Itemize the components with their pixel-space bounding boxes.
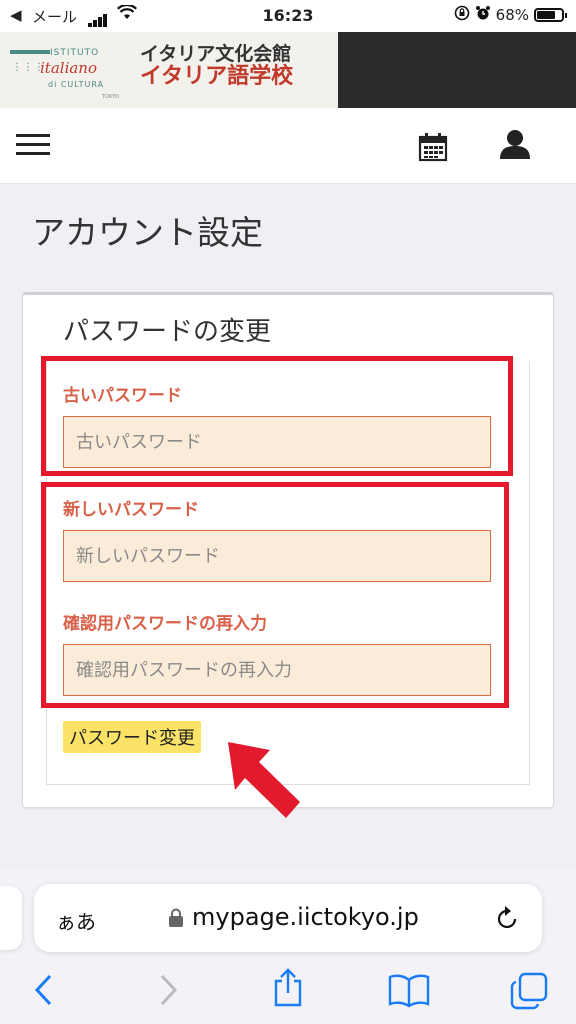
reload-icon[interactable] <box>494 904 520 936</box>
banner-subtitle: イタリア語学校 <box>140 63 294 89</box>
old-password-input[interactable] <box>63 416 491 468</box>
school-title: イタリア文化会館 イタリア語学校 <box>140 44 293 89</box>
battery-fill <box>537 11 555 19</box>
top-nav <box>0 108 576 184</box>
previous-tab-edge[interactable] <box>0 886 22 950</box>
old-password-label: 古いパスワード <box>63 386 182 406</box>
logo-bar <box>10 50 50 54</box>
status-bar: ◀ メール 16:23 68% <box>0 0 576 32</box>
change-password-button[interactable]: パスワード変更 <box>63 721 201 753</box>
site-banner: ⋮⋮⋮ ISTITUTO italiano di CULTURA TOKYO イ… <box>0 32 576 108</box>
banner-title: イタリア文化会館 <box>140 43 292 65</box>
institute-logo: ⋮⋮⋮ ISTITUTO italiano di CULTURA TOKYO <box>10 42 122 102</box>
battery-percent: 68% <box>495 6 529 24</box>
logo-line1: ISTITUTO <box>50 48 100 58</box>
confirm-password-label: 確認用パスワードの再入力 <box>63 614 267 634</box>
page-settings-button[interactable]: ぁあ <box>56 906 96 935</box>
confirm-password-input[interactable] <box>63 644 491 696</box>
menu-icon[interactable] <box>16 134 50 158</box>
tabs-icon[interactable] <box>510 972 548 1014</box>
alarm-icon <box>475 5 491 25</box>
back-icon[interactable] <box>32 972 56 1012</box>
new-password-input[interactable] <box>63 530 491 582</box>
lock-icon <box>168 908 184 932</box>
logo-line2: italiano <box>40 59 97 77</box>
battery-icon <box>534 8 567 22</box>
annotation-arrow-icon <box>228 742 300 818</box>
url-text[interactable]: mypage.iictokyo.jp <box>192 903 419 931</box>
calendar-icon[interactable] <box>418 132 448 166</box>
card-title: パスワードの変更 <box>63 317 272 347</box>
share-icon[interactable] <box>272 968 304 1012</box>
orientation-lock-icon <box>454 5 470 25</box>
browser-chrome: ぁあ mypage.iictokyo.jp <box>0 870 576 1024</box>
logo-area[interactable]: ⋮⋮⋮ ISTITUTO italiano di CULTURA TOKYO イ… <box>0 32 338 108</box>
address-bar[interactable]: ぁあ mypage.iictokyo.jp <box>34 884 542 952</box>
page-title: アカウント設定 <box>32 213 263 252</box>
user-icon[interactable] <box>498 128 532 164</box>
bookmarks-icon[interactable] <box>388 972 430 1012</box>
logo-line4: TOKYO <box>102 94 119 100</box>
forward-icon[interactable] <box>156 972 180 1012</box>
new-password-label: 新しいパスワード <box>63 500 199 520</box>
logo-line3: di CULTURA <box>48 80 105 89</box>
